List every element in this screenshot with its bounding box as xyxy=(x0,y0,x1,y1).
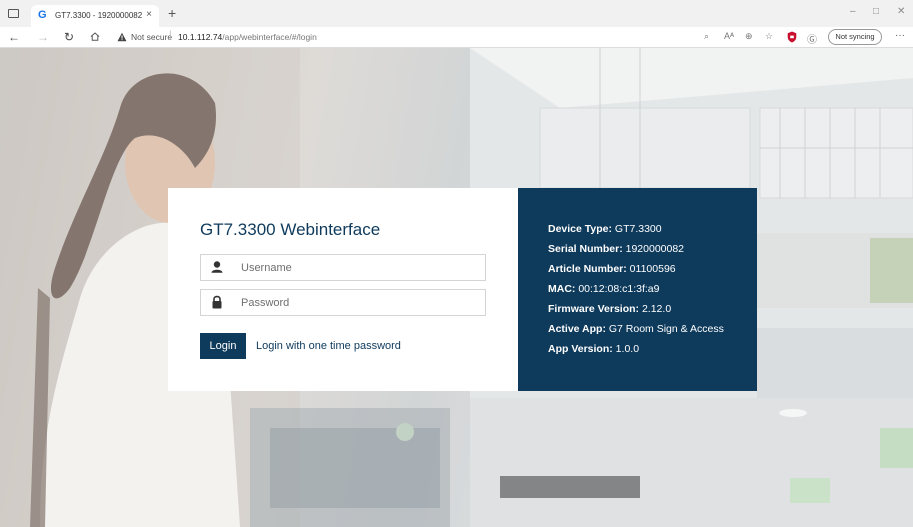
forward-arrow-icon[interactable]: → xyxy=(37,30,49,44)
warning-icon[interactable] xyxy=(117,32,127,42)
app-version-label: App Version: xyxy=(548,343,613,355)
zoom-icon[interactable]: ⊕ xyxy=(745,31,753,42)
active-app-value: G7 Room Sign & Access xyxy=(605,323,724,335)
tab-close-icon[interactable]: × xyxy=(146,9,152,20)
refresh-circle-icon[interactable]: Ⓖ xyxy=(807,31,817,46)
article-number-value: 01100596 xyxy=(626,263,676,275)
google-favicon-icon: G xyxy=(38,9,47,21)
lock-icon xyxy=(212,295,222,309)
username-field[interactable] xyxy=(200,254,486,281)
active-app-label: Active App: xyxy=(548,323,606,335)
address-bar: ← → ↻ Not secure | 10.1.112.74/app/webin… xyxy=(0,27,913,48)
back-arrow-icon[interactable]: ← xyxy=(8,30,20,44)
article-number-label: Article Number: xyxy=(548,263,627,275)
maximize-button[interactable]: □ xyxy=(873,6,879,17)
app-version-row: App Version: 1.0.0 xyxy=(548,343,639,355)
login-page: GT7.3300 Webinterface Login Login with o… xyxy=(0,48,913,527)
mac-label: MAC: xyxy=(548,283,576,295)
url-host: 10.1.112.74 xyxy=(178,32,223,42)
otp-login-link[interactable]: Login with one time password xyxy=(256,340,401,352)
password-field[interactable] xyxy=(200,289,486,316)
serial-number-row: Serial Number: 1920000082 xyxy=(548,243,684,255)
firmware-version-label: Firmware Version: xyxy=(548,303,640,315)
device-type-label: Device Type: xyxy=(548,223,612,235)
firmware-version-row: Firmware Version: 2.12.0 xyxy=(548,303,671,315)
new-tab-button[interactable]: + xyxy=(168,6,176,20)
url-separator: | xyxy=(169,30,172,41)
sync-status-button[interactable]: Not syncing xyxy=(828,29,882,45)
minimize-button[interactable]: – xyxy=(850,6,856,17)
login-card: GT7.3300 Webinterface Login Login with o… xyxy=(168,188,518,391)
read-aloud-icon[interactable]: ⌕ xyxy=(704,31,709,42)
favorites-icon[interactable]: ☆ xyxy=(765,31,773,42)
url-path: /app/webinterface/#/login xyxy=(222,32,317,42)
window-close-button[interactable]: ✕ xyxy=(897,6,905,17)
serial-number-value: 1920000082 xyxy=(622,243,685,255)
home-icon[interactable] xyxy=(90,32,100,41)
mac-row: MAC: 00:12:08:c1:3f:a9 xyxy=(548,283,660,295)
tab-title: GT7.3300 - 1920000082 xyxy=(55,11,143,20)
serial-number-label: Serial Number: xyxy=(548,243,623,255)
browser-tab[interactable]: G GT7.3300 - 1920000082 × xyxy=(31,5,159,27)
refresh-icon[interactable]: ↻ xyxy=(64,30,74,44)
browser-tab-bar: G GT7.3300 - 1920000082 × + – □ ✕ xyxy=(0,0,913,27)
page-title: GT7.3300 Webinterface xyxy=(200,220,381,239)
more-options-icon[interactable]: ··· xyxy=(895,30,905,41)
tab-actions-icon[interactable] xyxy=(8,9,19,18)
shield-icon[interactable] xyxy=(787,31,797,43)
login-button[interactable]: Login xyxy=(200,333,246,359)
mac-value: 00:12:08:c1:3f:a9 xyxy=(575,283,660,295)
device-type-value: GT7.3300 xyxy=(612,223,662,235)
app-version-value: 1.0.0 xyxy=(612,343,640,355)
article-number-row: Article Number: 01100596 xyxy=(548,263,676,275)
url-input[interactable]: 10.1.112.74/app/webinterface/#/login xyxy=(178,32,317,42)
device-type-row: Device Type: GT7.3300 xyxy=(548,223,662,235)
user-icon xyxy=(211,261,223,273)
security-status[interactable]: Not secure xyxy=(131,32,172,42)
active-app-row: Active App: G7 Room Sign & Access xyxy=(548,323,724,335)
firmware-version-value: 2.12.0 xyxy=(639,303,672,315)
username-input[interactable] xyxy=(241,255,481,280)
text-size-icon[interactable]: Aᴬ xyxy=(724,31,734,41)
device-info-panel: Device Type: GT7.3300 Serial Number: 192… xyxy=(518,188,757,391)
password-input[interactable] xyxy=(241,290,481,315)
